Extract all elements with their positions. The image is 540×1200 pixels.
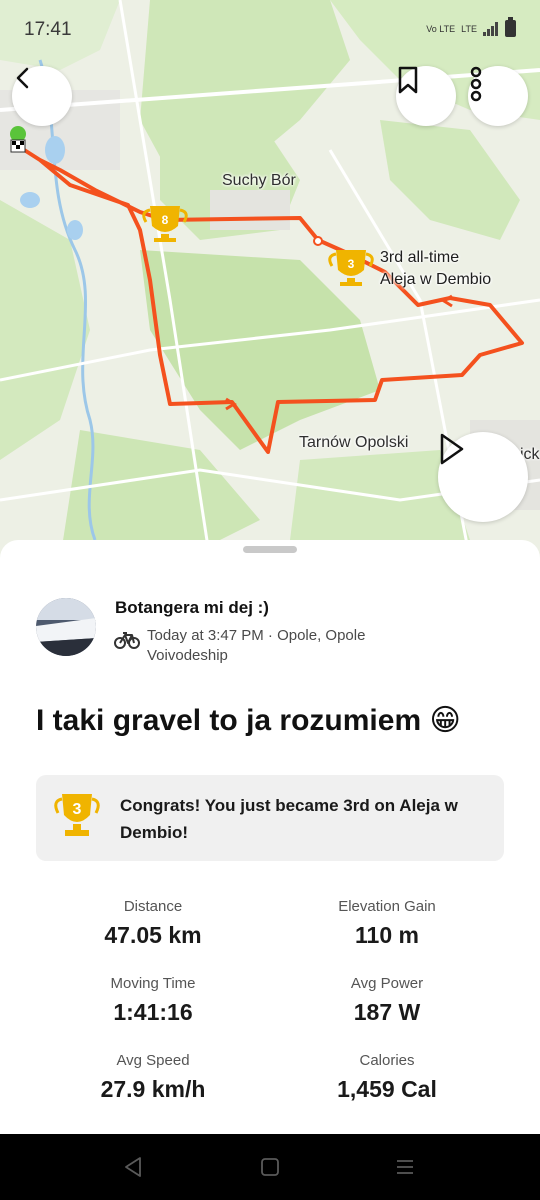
more-options-button[interactable] [468, 66, 528, 126]
stat-label: Avg Speed [116, 1052, 190, 1069]
place-label-suchy-bor: Suchy Bór [222, 172, 296, 189]
bookmark-icon [398, 66, 418, 94]
stat-label: Distance [123, 898, 183, 915]
back-button[interactable] [12, 66, 72, 126]
stat-avg-speed: Avg Speed 27.9 km/h [38, 1052, 268, 1104]
play-icon [440, 433, 464, 465]
bookmark-button[interactable] [396, 66, 456, 126]
stat-value: 1:41:16 [113, 999, 193, 1025]
stat-elevation-gain: Elevation Gain 110 m [272, 898, 502, 950]
stat-value: 110 m [355, 922, 419, 948]
bike-icon [114, 632, 140, 649]
back-triangle-icon[interactable] [122, 1156, 144, 1178]
athlete-avatar[interactable] [36, 598, 96, 656]
sheet-drag-handle[interactable] [243, 546, 297, 553]
status-bar: 17:41 Vo LTE LTE [0, 0, 540, 60]
achievement-text: Congrats! You just became 3rd on Aleja w… [120, 796, 458, 842]
segment-name: Aleja w Dembio [380, 271, 492, 288]
stat-distance: Distance 47.05 km [38, 898, 268, 950]
home-square-icon[interactable] [259, 1157, 281, 1177]
athlete-name[interactable]: Botangera mi dej :) [115, 598, 269, 618]
stat-value: 47.05 km [104, 922, 202, 948]
stat-value: 1,459 Cal [337, 1076, 437, 1102]
play-flyover-button[interactable] [438, 432, 528, 522]
trophy-rank-3: 3 [348, 257, 355, 271]
stat-value: 187 W [353, 999, 421, 1025]
status-time: 17:41 [24, 19, 72, 40]
stat-avg-power: Avg Power 187 W [272, 975, 502, 1027]
stat-label: Elevation Gain [338, 898, 436, 915]
stat-label: Moving Time [110, 975, 196, 992]
stat-moving-time: Moving Time 1:41:16 [38, 975, 268, 1027]
lte-icon: LTE [461, 23, 477, 34]
activity-meta: Today at 3:47 PM · Opole, Opole Voivodes… [147, 627, 366, 664]
stat-calories: Calories 1,459 Cal [272, 1052, 502, 1104]
achievement-card[interactable]: 3 Congrats! You just became 3rd on Aleja… [36, 775, 504, 861]
stat-label: Calories [359, 1052, 415, 1069]
segment-rank: 3rd all-time [380, 249, 460, 266]
volte-icon: Vo LTE [426, 23, 456, 34]
stat-value: 27.9 km/h [100, 1076, 206, 1102]
signal-icon [483, 21, 499, 36]
place-label-tarnow: Tarnów Opolski [299, 434, 409, 451]
activity-title: I taki gravel to ja rozumiem 😁 [36, 704, 461, 737]
menu-lines-icon[interactable] [394, 1158, 416, 1176]
trophy-icon: 3 [54, 794, 100, 836]
battery-icon [505, 17, 516, 37]
segment-label: 3rd all-time Aleja w Dembio [380, 247, 491, 291]
more-vertical-icon [470, 66, 482, 102]
trophy-rank-8: 8 [162, 213, 169, 227]
system-nav-bar [0, 1134, 540, 1200]
status-icons: Vo LTE LTE [426, 17, 516, 37]
route-map[interactable]: 8 3 Suchy Bór Tarnów Opolski ick 3rd all… [0, 0, 540, 560]
svg-text:3: 3 [73, 801, 82, 818]
activity-sheet: Botangera mi dej :) Today at 3:47 PM · O… [0, 540, 540, 1134]
stat-label: Avg Power [350, 975, 424, 992]
back-chevron-icon [16, 67, 29, 89]
